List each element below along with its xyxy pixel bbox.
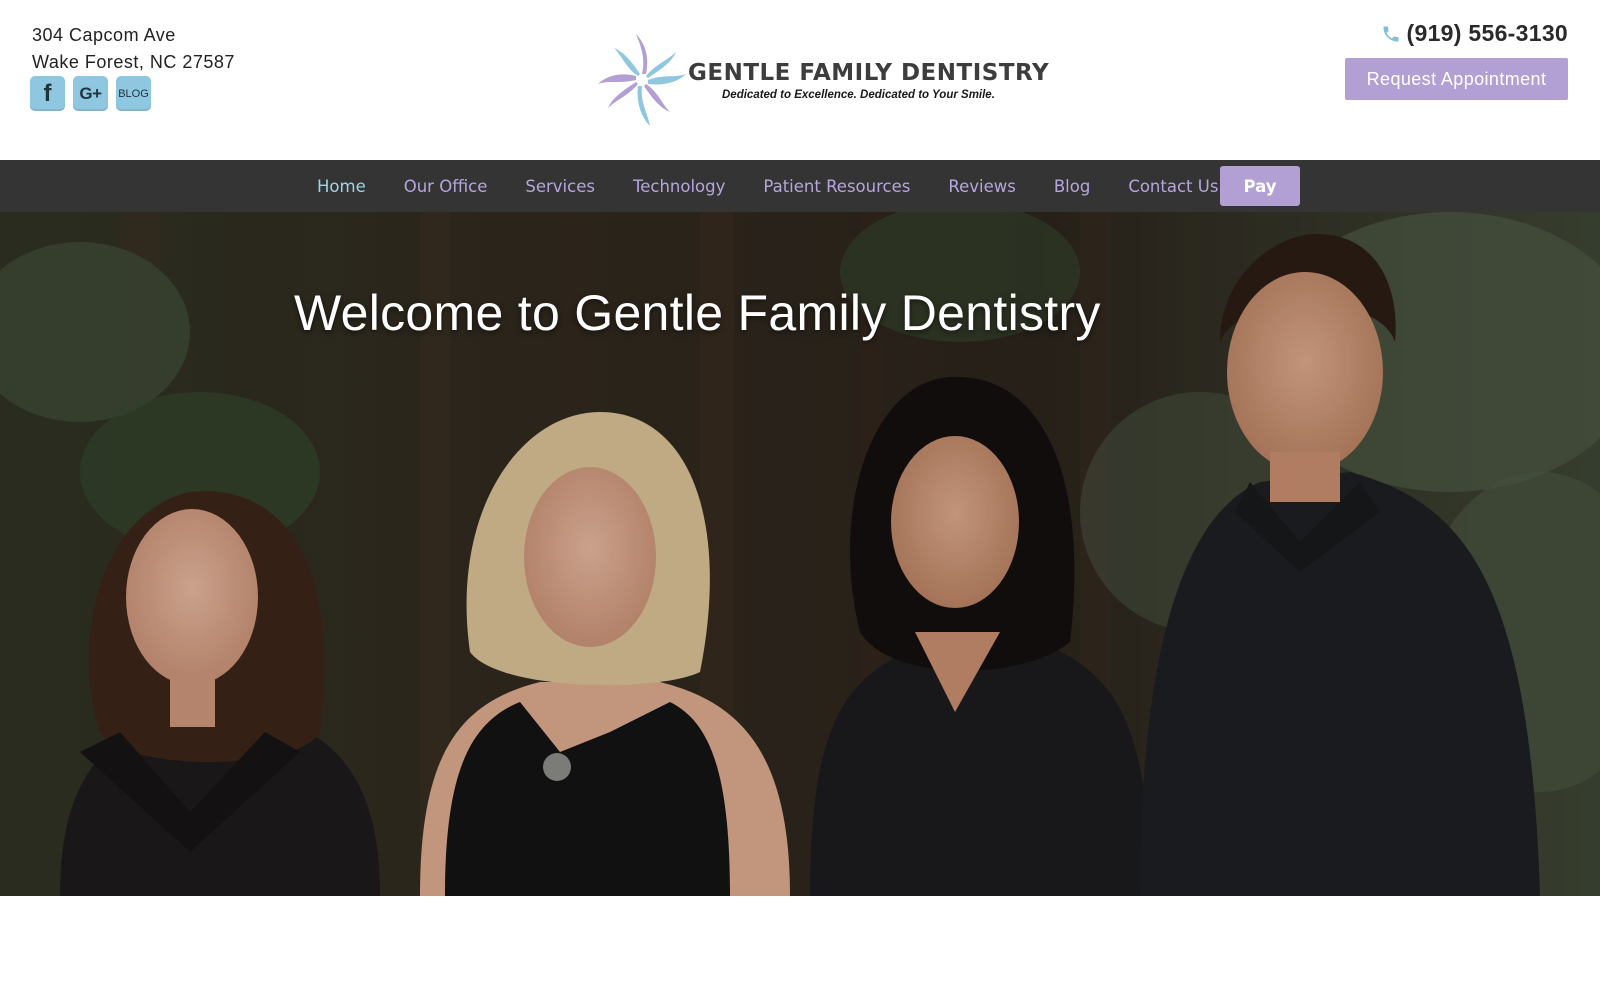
address-line-2: Wake Forest, NC 27587 — [32, 52, 235, 72]
hero-title: Welcome to Gentle Family Dentistry — [294, 285, 1101, 341]
nav-item-patient-resources[interactable]: Patient Resources — [744, 177, 929, 196]
facebook-icon: f — [43, 79, 52, 107]
google-plus-button[interactable]: G+ — [73, 76, 108, 111]
social-links: f G+ BLOG — [30, 76, 151, 111]
nav-item-our-office[interactable]: Our Office — [385, 177, 507, 196]
site-logo[interactable]: GENTLE FAMILY DENTISTRY Dedicated to Exc… — [598, 28, 1049, 132]
phone-icon — [1383, 26, 1399, 41]
nav-item-blog[interactable]: Blog — [1035, 177, 1109, 196]
site-header: 304 Capcom Ave Wake Forest, NC 27587 f G… — [0, 0, 1600, 160]
pay-button[interactable]: Pay — [1220, 166, 1300, 206]
phone-number-text: (919) 556-3130 — [1406, 20, 1568, 46]
blog-icon: BLOG — [118, 87, 149, 100]
request-appointment-button[interactable]: Request Appointment — [1345, 58, 1568, 100]
page-below-hero — [0, 896, 1600, 1000]
nav-menu: Home Our Office Services Technology Pati… — [298, 160, 1237, 212]
address-line-1: 304 Capcom Ave — [32, 25, 176, 45]
nav-item-technology[interactable]: Technology — [614, 177, 744, 196]
google-plus-icon: G+ — [79, 83, 102, 103]
nav-item-services[interactable]: Services — [506, 177, 614, 196]
nav-item-contact-us[interactable]: Contact Us — [1109, 177, 1237, 196]
blog-social-button[interactable]: BLOG — [116, 76, 151, 111]
nav-item-home[interactable]: Home — [298, 177, 385, 196]
logo-tagline: Dedicated to Excellence. Dedicated to Yo… — [722, 88, 995, 101]
pinwheel-logo-icon — [598, 34, 686, 126]
office-address: 304 Capcom Ave Wake Forest, NC 27587 — [32, 22, 235, 76]
phone-number[interactable]: (919) 556-3130 — [1381, 20, 1568, 47]
hero-banner: Welcome to Gentle Family Dentistry — [0, 212, 1600, 896]
facebook-button[interactable]: f — [30, 76, 65, 111]
main-navigation: Home Our Office Services Technology Pati… — [0, 160, 1600, 212]
logo-title: GENTLE FAMILY DENTISTRY — [688, 59, 1050, 86]
logo-text: GENTLE FAMILY DENTISTRY Dedicated to Exc… — [688, 60, 1049, 101]
nav-item-reviews[interactable]: Reviews — [929, 177, 1034, 196]
